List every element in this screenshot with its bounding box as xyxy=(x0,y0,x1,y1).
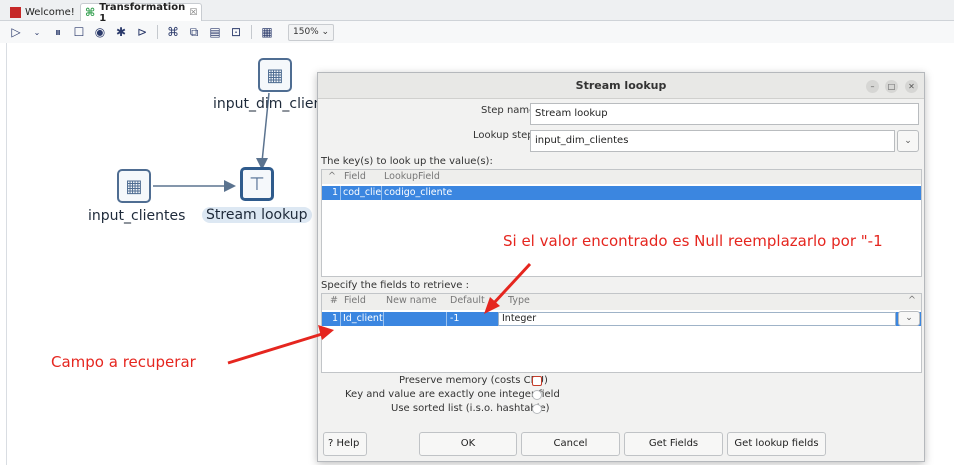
annotation-arrows xyxy=(227,262,532,365)
arrowhead xyxy=(318,325,334,340)
arrow-to-default xyxy=(491,262,532,306)
arrow-to-field xyxy=(227,332,323,365)
